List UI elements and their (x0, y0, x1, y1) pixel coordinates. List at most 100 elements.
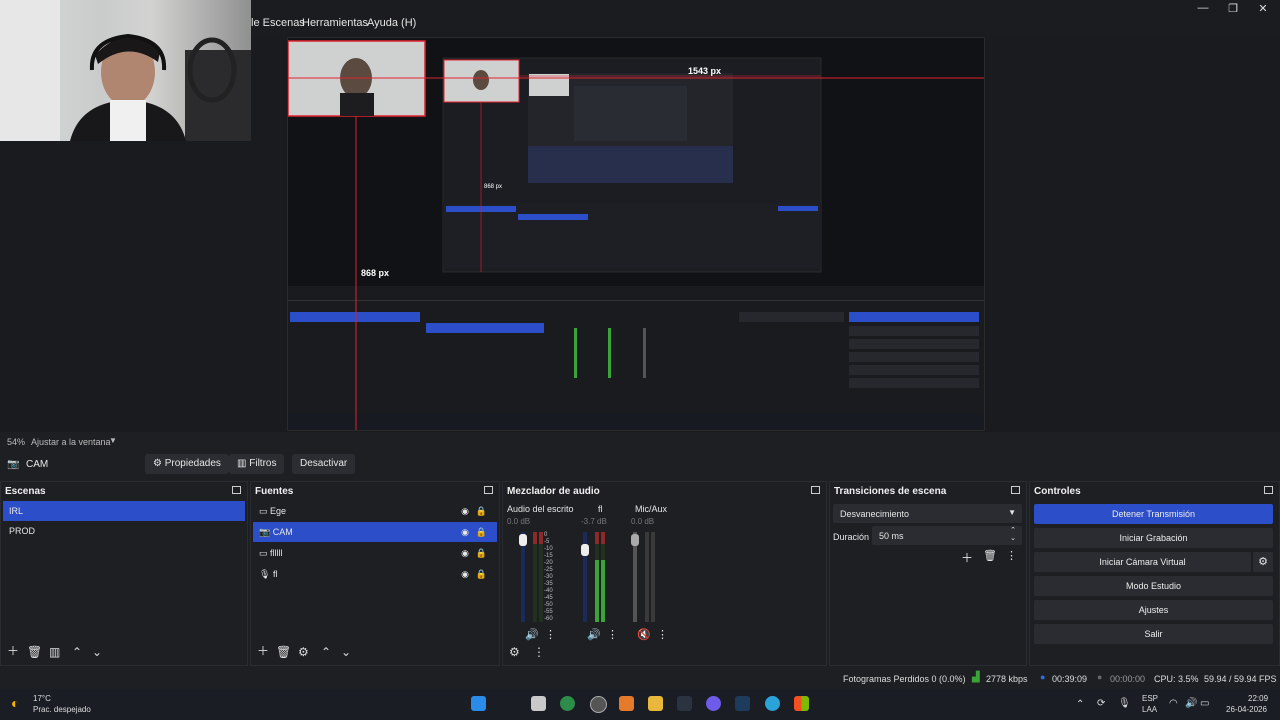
lock-icon[interactable]: 🔒 (476, 522, 487, 542)
arrow-down-icon[interactable]: ⌄ (341, 645, 351, 659)
virtual-camera-settings-icon[interactable]: ⚙ (1253, 552, 1273, 572)
signal-icon: ▟ (972, 672, 980, 683)
app-icon[interactable] (677, 696, 692, 711)
source-toolbar: 📷 CAM ⚙ Propiedades ▥ Filtros Desactivar (0, 450, 1280, 480)
lock-icon[interactable]: 🔒 (476, 501, 487, 521)
maximize-icon[interactable]: ❐ (1225, 2, 1241, 15)
filter-icon[interactable]: ▥ (49, 645, 60, 659)
stepper-icon[interactable]: ⌃ ⌄ (1010, 526, 1016, 542)
sync-icon[interactable]: ⟳ (1097, 698, 1105, 709)
arrow-down-icon[interactable]: ⌄ (92, 645, 102, 659)
eye-icon[interactable]: ◉ (461, 522, 469, 542)
speaker-icon[interactable]: 🔊 (525, 628, 539, 641)
scene-item-irl[interactable]: IRL (3, 501, 245, 521)
chevron-down-icon[interactable]: ▼ (109, 436, 117, 445)
transition-selected: Desvanecimiento (840, 509, 910, 519)
fps: 59.94 / 59.94 FPS (1204, 674, 1277, 684)
lock-icon[interactable]: 🔒 (476, 543, 487, 563)
obs-icon[interactable] (590, 696, 607, 713)
stop-streaming-button[interactable]: Detener Transmisión (1034, 504, 1273, 524)
more-options-icon[interactable]: ⋮ (533, 645, 545, 659)
microphone-icon[interactable]: 🎙 (1118, 698, 1131, 709)
clock-date[interactable]: 26-04-2026 (1226, 705, 1267, 714)
gear-icon[interactable]: ⚙ (509, 645, 520, 659)
menu-help[interactable]: Ayuda (H) (367, 17, 416, 29)
filters-button[interactable]: ▥ Filtros (229, 454, 285, 474)
add-icon[interactable]: ＋ (7, 642, 19, 659)
source-item[interactable]: 📷 CAM ◉ 🔒 (253, 522, 497, 542)
close-icon[interactable]: ✕ (1255, 2, 1271, 15)
gear-icon[interactable]: ⚙ (298, 645, 309, 659)
start-icon[interactable] (471, 696, 486, 711)
undock-icon[interactable] (232, 486, 241, 494)
controls-dock: Controles Detener Transmisión Iniciar Gr… (1029, 481, 1280, 666)
lang-bottom[interactable]: LAA (1142, 705, 1157, 714)
deactivate-button[interactable]: Desactivar (292, 454, 356, 474)
start-recording-button[interactable]: Iniciar Grabación (1034, 528, 1273, 548)
lock-icon[interactable]: 🔒 (476, 564, 487, 584)
more-options-icon[interactable]: ⋮ (545, 628, 556, 641)
microphone-icon: 🎙 (259, 569, 271, 579)
eye-icon[interactable]: ◉ (461, 501, 469, 521)
source-item[interactable]: 🎙 fl ◉ 🔒 (253, 564, 497, 584)
task-view-icon[interactable] (531, 696, 546, 711)
more-options-icon[interactable]: ⋮ (607, 628, 618, 641)
slider-handle[interactable] (631, 534, 639, 546)
clock-time[interactable]: 22:09 (1248, 694, 1268, 703)
speaker-icon[interactable]: 🔊 (587, 628, 601, 641)
store-icon[interactable] (794, 696, 809, 711)
width-measure-label: 1543 px (688, 66, 722, 76)
arrow-up-icon[interactable]: ⌃ (321, 645, 331, 659)
volume-icon[interactable]: 🔊 (1185, 698, 1197, 709)
add-icon[interactable]: ＋ (257, 642, 269, 659)
start-virtual-camera-button[interactable]: Iniciar Cámara Virtual (1034, 552, 1251, 572)
settings-button[interactable]: Ajustes (1034, 600, 1273, 620)
zoom-fit-select[interactable]: Ajustar a la ventana (31, 437, 111, 447)
wifi-icon[interactable]: ◠ (1169, 698, 1178, 709)
battery-icon[interactable]: ▭ (1200, 698, 1209, 709)
properties-button[interactable]: ⚙ Propiedades (145, 454, 229, 474)
channel-db: -3.7 dB (581, 517, 607, 526)
preview-canvas[interactable]: 1543 px 868 px 868 px (287, 37, 985, 431)
undock-icon[interactable] (1011, 486, 1020, 494)
muted-speaker-icon[interactable]: 🔇 (637, 628, 651, 641)
menu-scenes[interactable]: le Escenas (251, 17, 305, 29)
db-scale: 0 -5 -10 -15 -20 -25 -30 -35 -40 -45 -50… (544, 532, 553, 622)
source-item[interactable]: ▭ Ege ◉ 🔒 (253, 501, 497, 521)
undock-icon[interactable] (484, 486, 493, 494)
eye-icon[interactable]: ◉ (461, 543, 469, 563)
transition-select[interactable]: Desvanecimiento ▼ (833, 504, 1022, 523)
chevron-up-icon[interactable]: ⌃ (1076, 699, 1084, 710)
steam-icon[interactable] (735, 696, 750, 711)
menu-tools[interactable]: Herramientas (302, 17, 368, 29)
eye-icon[interactable]: ◉ (461, 564, 469, 584)
chrome-icon[interactable] (560, 696, 575, 711)
exit-button[interactable]: Salir (1034, 624, 1273, 644)
scale-tick: -10 (544, 546, 553, 552)
add-icon[interactable]: ＋ (961, 549, 973, 566)
minimize-icon[interactable]: — (1195, 2, 1211, 14)
scale-tick: -35 (544, 581, 553, 587)
discord-icon[interactable] (706, 696, 721, 711)
lang-top[interactable]: ESP (1142, 694, 1158, 703)
edge-icon[interactable] (765, 696, 780, 711)
slider-handle[interactable] (519, 534, 527, 546)
trash-icon[interactable]: 🗑 (276, 645, 291, 659)
undock-icon[interactable] (1264, 486, 1273, 494)
brave-icon[interactable] (619, 696, 634, 711)
more-options-icon[interactable]: ⋮ (1006, 549, 1017, 562)
folder-icon[interactable] (648, 696, 663, 711)
trash-icon[interactable]: 🗑 (27, 645, 42, 659)
studio-mode-button[interactable]: Modo Estudio (1034, 576, 1273, 596)
channel-db: 0.0 dB (507, 517, 531, 526)
duration-input[interactable]: 50 ms ⌃ ⌄ (872, 526, 1022, 545)
weather-icon[interactable]: ◐ (11, 695, 19, 711)
arrow-up-icon[interactable]: ⌃ (72, 645, 82, 659)
scene-item-prod[interactable]: PROD (3, 521, 245, 541)
undock-icon[interactable] (811, 486, 820, 494)
source-item[interactable]: ▭ flllll ◉ 🔒 (253, 543, 497, 563)
scale-tick: -30 (544, 574, 553, 580)
slider-handle[interactable] (581, 544, 589, 556)
more-options-icon[interactable]: ⋮ (657, 628, 668, 641)
trash-icon[interactable]: 🗑 (983, 549, 997, 562)
